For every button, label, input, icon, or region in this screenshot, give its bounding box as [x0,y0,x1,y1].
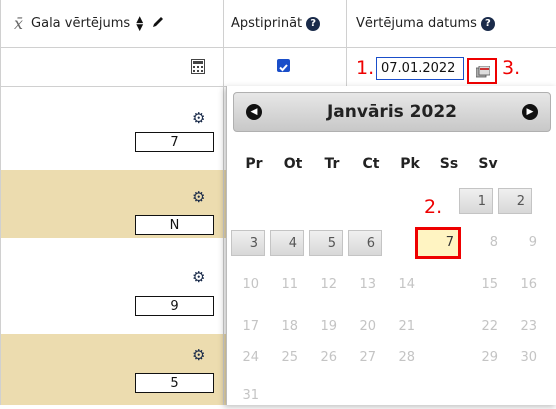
help-icon[interactable]: ? [480,16,495,31]
calendar-day: 8 [489,235,498,250]
calendar-day: 29 [481,350,498,365]
calendar-day: 24 [242,350,259,365]
calendar-day: 21 [398,319,415,334]
grade-value: N [169,217,180,233]
grade-value: 5 [170,375,179,391]
next-month-icon[interactable]: ▶ [522,104,538,120]
gear-icon[interactable]: ⚙ [192,270,205,285]
grade-input[interactable]: 5 [135,373,214,393]
calendar-day[interactable]: 1 [459,188,493,214]
calendar-day: 22 [481,319,498,334]
date-input[interactable]: 07.01.2022 [376,57,464,80]
weekday-label: Ct [362,156,380,172]
calendar-day: 16 [520,277,537,292]
calendar-day[interactable]: 4 [270,230,304,256]
calendar-day: 20 [359,319,376,334]
calendar-day-selected[interactable]: 7 [415,227,461,259]
calendar-day: 15 [481,277,498,292]
calendar-day: 25 [281,350,298,365]
weekday-label: Sv [478,156,498,172]
annotation-label: 3. [502,57,521,79]
date-picker-button[interactable] [467,58,497,84]
row-bg-4 [0,334,226,405]
weekday-label: Pk [400,156,420,172]
calendar-day: 26 [320,350,337,365]
column-label: Apstiprināt [231,16,303,31]
grade-input[interactable]: 9 [135,296,214,316]
approve-checkbox[interactable] [277,59,290,72]
calendar-day[interactable]: 3 [231,230,265,256]
calculator-icon[interactable] [191,59,205,74]
grade-value: 7 [170,134,179,150]
calendar-day: 18 [281,319,298,334]
calendar-day: 10 [242,277,259,292]
gear-icon[interactable]: ⚙ [192,348,205,363]
annotation-label: 1. [356,57,375,79]
gear-icon[interactable]: ⚙ [192,190,205,205]
weekday-label: Tr [324,156,340,172]
calendar-day: 19 [320,319,337,334]
calendar-header: ◀ Janvāris 2022 ▶ [233,92,551,132]
calendar-day[interactable]: 6 [348,230,382,256]
calendar-title: Janvāris 2022 [326,102,457,122]
calendar-day: 27 [359,350,376,365]
grade-value: 9 [170,298,179,314]
calendar-day: 9 [528,235,537,250]
annotation-label: 2. [424,196,443,218]
calendar-day: 28 [398,350,415,365]
column-header-final-grade[interactable]: x̄ Gala vērtējums ▲ ▼ [14,0,219,47]
column-label: Gala vērtējums [31,16,131,31]
grade-input[interactable]: N [135,215,214,235]
column-header-grade-date[interactable]: Vērtējuma datums ? [356,0,554,47]
calendar-day: 23 [520,319,537,334]
weekday-label: Pr [245,156,263,172]
grade-input[interactable]: 7 [135,132,214,152]
calendar-day: 14 [398,277,415,292]
column-header-approve[interactable]: Apstiprināt ? [231,0,343,47]
column-label: Vērtējuma datums [356,16,477,31]
divider [223,0,224,405]
calendar-day: 11 [281,277,298,292]
calendar-day[interactable]: 2 [498,188,532,214]
weekday-label: Ot [283,156,303,172]
date-picker-popup: ◀ Janvāris 2022 ▶ Pr Ot Tr Ct Pk Ss Sv 1… [226,86,556,405]
calendar-day: 13 [359,277,376,292]
calendar-day: 31 [242,388,259,403]
date-value: 07.01.2022 [381,61,456,76]
mean-icon: x̄ [14,14,24,33]
calendar-icon [476,66,490,78]
pencil-icon[interactable] [151,15,165,33]
gear-icon[interactable]: ⚙ [192,111,205,126]
help-icon[interactable]: ? [306,16,321,31]
sort-icon[interactable]: ▲ ▼ [136,15,143,32]
calendar-day: 12 [320,277,337,292]
divider [0,47,556,48]
divider [346,0,347,86]
calendar-day: 17 [242,319,259,334]
calendar-day[interactable]: 5 [309,230,343,256]
calendar-day: 30 [520,350,537,365]
weekday-label: Ss [439,156,459,172]
divider [0,0,1,405]
